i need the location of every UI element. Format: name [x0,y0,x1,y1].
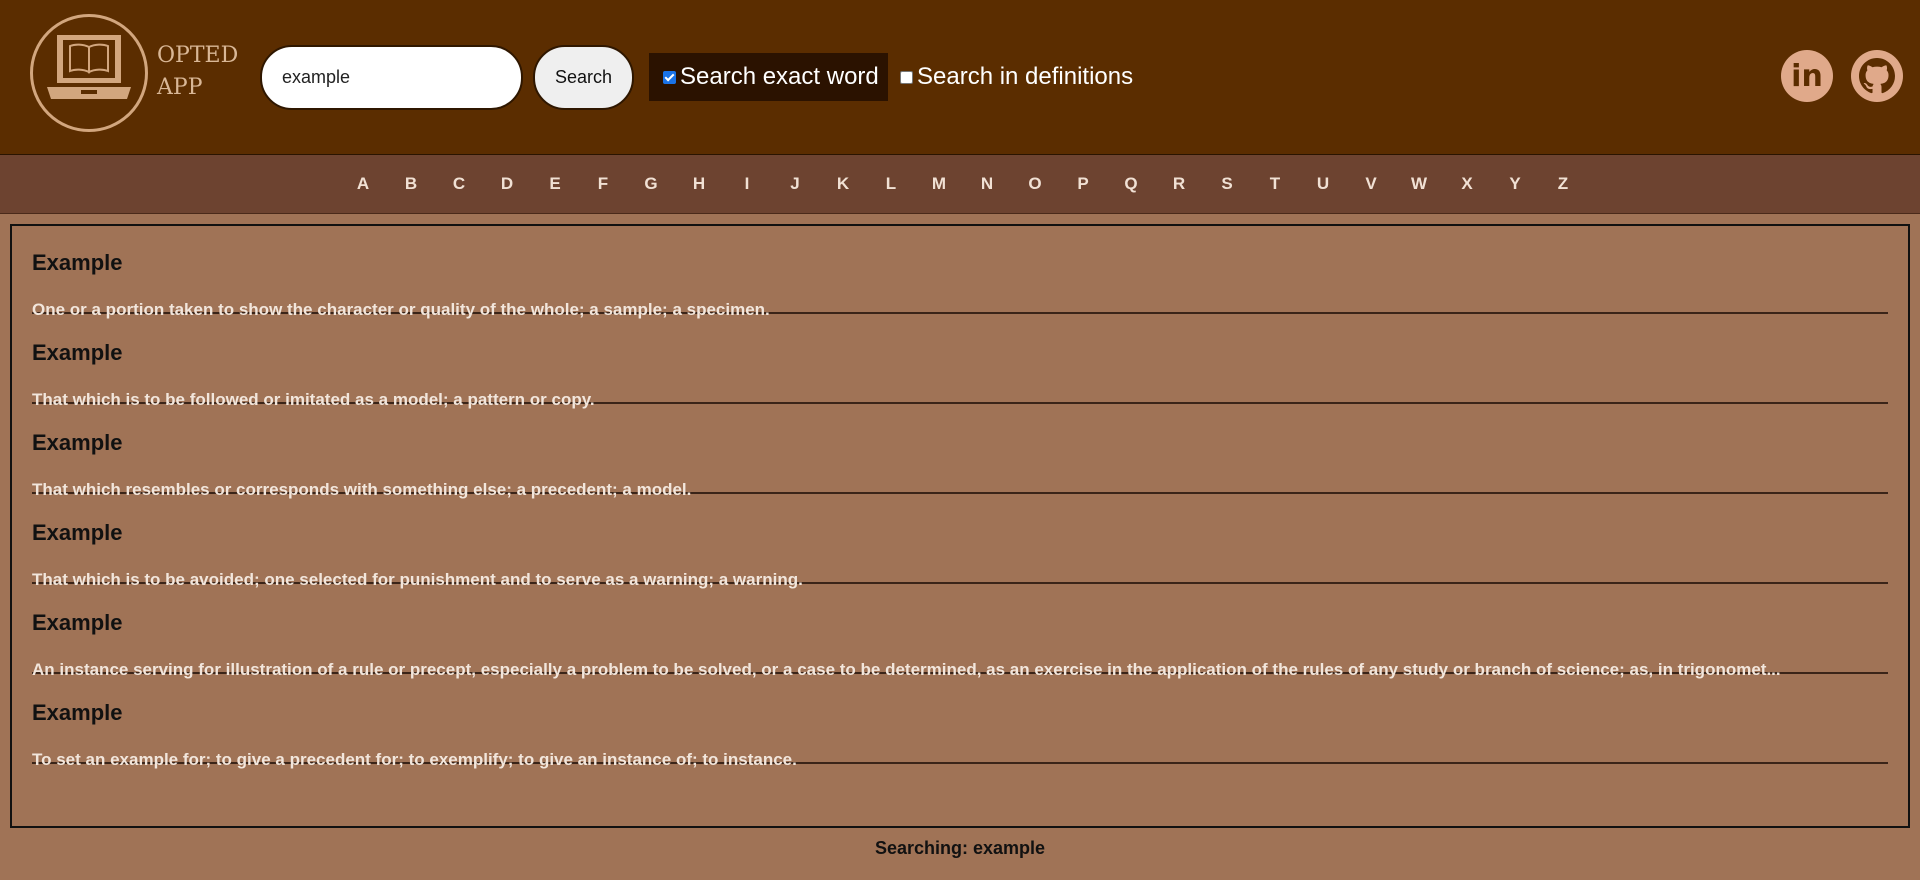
laptop-book-icon [47,35,131,99]
search-in-definitions-label: Search in definitions [917,63,1134,90]
alphabet-letter-t[interactable]: T [1251,155,1299,213]
brand-line-2: APP [157,75,203,100]
alphabet-letter-g[interactable]: G [627,155,675,213]
result-word: Example [32,520,123,545]
alphabet-letter-p[interactable]: P [1059,155,1107,213]
alphabet-letter-e[interactable]: E [531,155,579,213]
alphabet-letter-i[interactable]: I [723,155,771,213]
alphabet-letter-q[interactable]: Q [1107,155,1155,213]
github-logo-icon [1859,58,1895,94]
result-definition: To set an example for; to give a precede… [32,750,797,769]
result-entry: Example An instance serving for illustrat… [32,586,1888,679]
alphabet-letter-s[interactable]: S [1203,155,1251,213]
search-input[interactable] [260,45,523,110]
alphabet-letter-x[interactable]: X [1443,155,1491,213]
result-entry: Example One or a portion taken to show th… [32,226,1888,319]
result-word: Example [32,700,123,725]
alphabet-letter-l[interactable]: L [867,155,915,213]
alphabet-letter-j[interactable]: J [771,155,819,213]
search-in-definitions-option[interactable]: Search in definitions [900,53,1133,101]
search-status: Searching: example [874,838,1046,858]
result-word: Example [32,430,123,455]
alphabet-letter-w[interactable]: W [1395,155,1443,213]
result-word: Example [32,340,123,365]
alphabet-letter-a[interactable]: A [339,155,387,213]
alphabet-letter-m[interactable]: M [915,155,963,213]
alphabet-nav: ABCDEFGHIJKLMNOPQRSTUVWXYZ [0,155,1920,214]
linkedin-label: in [1791,58,1823,94]
search-button[interactable]: Search [533,45,634,110]
alphabet-letter-z[interactable]: Z [1539,155,1587,213]
alphabet-letter-d[interactable]: D [483,155,531,213]
search-in-definitions-checkbox[interactable] [900,70,913,84]
search-exact-word-label: Search exact word [680,63,879,90]
alphabet-letter-u[interactable]: U [1299,155,1347,213]
search-exact-word-checkbox[interactable] [663,70,676,84]
result-entry: Example To set an example for; to give a … [32,676,1888,769]
linkedin-icon[interactable]: in [1781,50,1833,102]
alphabet-letter-o[interactable]: O [1011,155,1059,213]
brand-name: OPTED APP [157,40,247,104]
alphabet-letter-y[interactable]: Y [1491,155,1539,213]
github-icon[interactable] [1851,50,1903,102]
alphabet-list: ABCDEFGHIJKLMNOPQRSTUVWXYZ [339,155,1587,213]
app-header: OPTED APP Search Search exact word Searc… [0,0,1920,155]
alphabet-letter-v[interactable]: V [1347,155,1395,213]
alphabet-letter-f[interactable]: F [579,155,627,213]
result-entry: Example That which resembles or correspon… [32,406,1888,499]
alphabet-letter-n[interactable]: N [963,155,1011,213]
result-word: Example [32,610,123,635]
alphabet-letter-b[interactable]: B [387,155,435,213]
alphabet-letter-r[interactable]: R [1155,155,1203,213]
alphabet-letter-c[interactable]: C [435,155,483,213]
alphabet-letter-h[interactable]: H [675,155,723,213]
results-panel: Example One or a portion taken to show th… [10,224,1910,828]
search-exact-word-option[interactable]: Search exact word [649,53,888,101]
result-entry: Example That which is to be avoided; one … [32,496,1888,589]
result-entry: Example That which is to be followed or i… [32,316,1888,409]
app-logo[interactable] [30,14,148,132]
brand-line-1: OPTED [157,43,239,68]
result-word: Example [32,250,123,275]
alphabet-letter-k[interactable]: K [819,155,867,213]
